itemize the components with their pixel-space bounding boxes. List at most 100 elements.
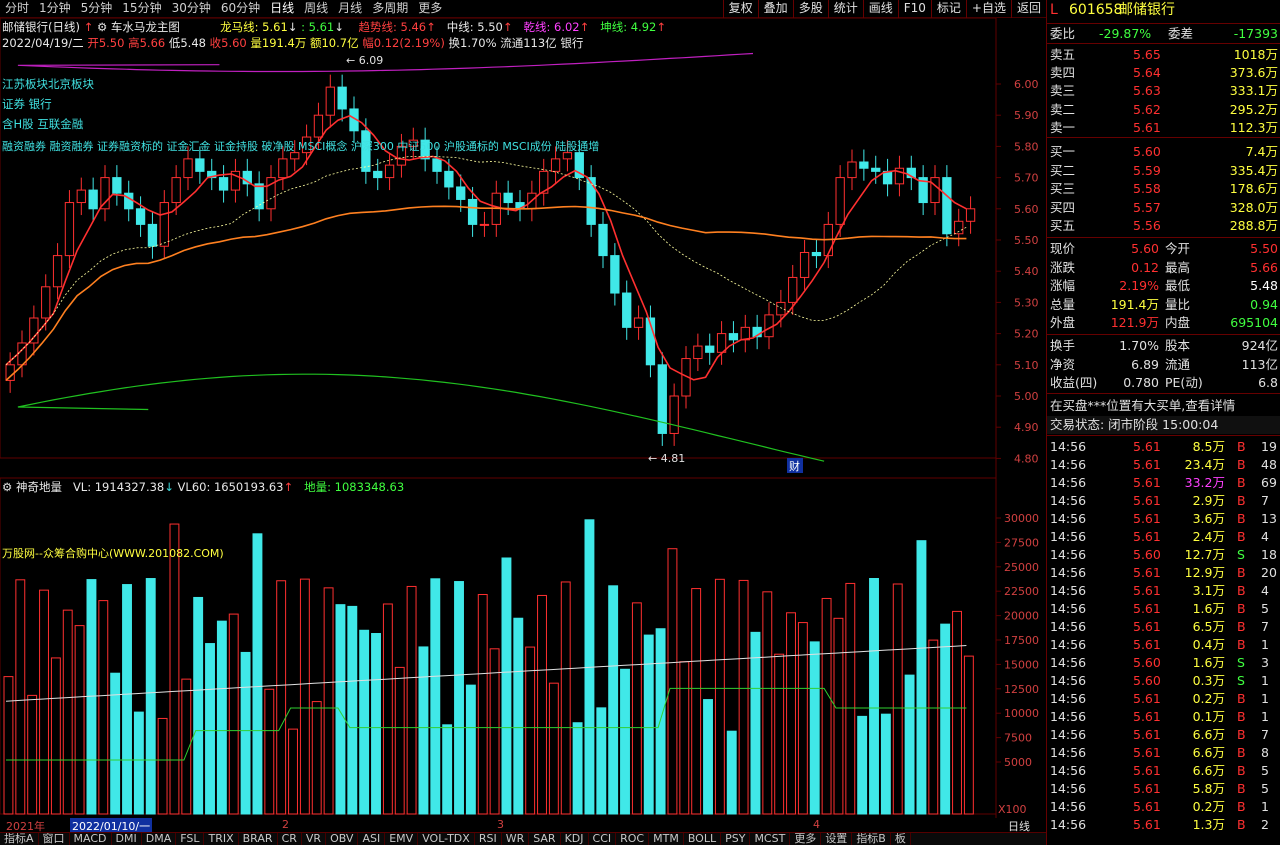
- volume-bar: [323, 587, 334, 815]
- tick-side: B: [1237, 619, 1246, 634]
- toolbar-button[interactable]: 统计: [827, 0, 863, 18]
- period-tab[interactable]: 分时: [0, 0, 34, 17]
- date-axis: 2021年 2022/01/10/一 2 3 4 日线: [0, 818, 1046, 834]
- bid-row[interactable]: 买五 5.56 288.8万: [1047, 217, 1280, 235]
- indicator-tab[interactable]: 更多: [790, 833, 822, 845]
- tick-side: B: [1237, 583, 1246, 598]
- indicator-tab[interactable]: WR: [502, 833, 530, 845]
- toolbar-button[interactable]: 返回: [1010, 0, 1046, 18]
- period-tab[interactable]: 60分钟: [216, 0, 265, 17]
- bid-label: 买三: [1050, 181, 1076, 197]
- price-tick-label: 5.00: [1014, 390, 1039, 403]
- notice-text[interactable]: 在买盘***位置有大买单,查看详情: [1050, 397, 1235, 415]
- bid-row[interactable]: 买三 5.58 178.6万: [1047, 180, 1280, 198]
- toolbar-button[interactable]: 叠加: [757, 0, 793, 18]
- period-tab[interactable]: 5分钟: [76, 0, 118, 17]
- tick-row: 14:56 5.61 6.6万 B 5: [1047, 762, 1280, 780]
- toolbar-button[interactable]: 画线: [862, 0, 898, 18]
- indicator-tab[interactable]: BRAR: [239, 833, 278, 845]
- indicator-tab[interactable]: MACD: [70, 833, 112, 845]
- bid-row[interactable]: 买一 5.60 7.4万: [1047, 143, 1280, 161]
- indicator-tab[interactable]: TRIX: [204, 833, 239, 845]
- big-order-notice[interactable]: 在买盘***位置有大买单,查看详情: [1047, 397, 1280, 415]
- tick-side: B: [1237, 799, 1246, 814]
- qian-line: [17, 52, 754, 73]
- period-tab[interactable]: 30分钟: [167, 0, 216, 17]
- indicator-tab[interactable]: OBV: [326, 833, 359, 845]
- settings-gear-icon[interactable]: ⚙: [2, 480, 12, 494]
- candle-body: [965, 208, 976, 222]
- indicator-tab[interactable]: KDJ: [561, 833, 589, 845]
- period-tab[interactable]: 月线: [333, 0, 367, 17]
- indicator-tab[interactable]: 板: [891, 833, 911, 845]
- period-tab[interactable]: 日线: [265, 0, 299, 17]
- price-tick-label: 5.70: [1014, 172, 1039, 185]
- ask-row[interactable]: 卖三 5.63 333.1万: [1047, 82, 1280, 100]
- indicator-tab[interactable]: 窗口: [39, 833, 70, 845]
- ask-row[interactable]: 卖一 5.61 112.3万: [1047, 119, 1280, 137]
- weicha-label: 委差: [1168, 26, 1194, 41]
- stat-value: 0.12: [1131, 259, 1159, 275]
- settings-gear-icon[interactable]: ⚙: [97, 20, 107, 34]
- bid-row[interactable]: 买四 5.57 328.0万: [1047, 199, 1280, 217]
- indicator-tab[interactable]: 指标B: [852, 833, 891, 845]
- tick-price: 5.61: [1133, 763, 1161, 778]
- bid-row[interactable]: 买二 5.59 335.4万: [1047, 162, 1280, 180]
- indicator-tab[interactable]: BOLL: [684, 833, 722, 845]
- period-tab[interactable]: 15分钟: [117, 0, 166, 17]
- indicator-tab[interactable]: RSI: [475, 833, 502, 845]
- indicator-tab[interactable]: CCI: [589, 833, 617, 845]
- indicator-tab[interactable]: FSL: [176, 833, 205, 845]
- period-tab[interactable]: 1分钟: [34, 0, 76, 17]
- indicator-tab[interactable]: EMV: [385, 833, 419, 845]
- finance-marker-label[interactable]: 财: [789, 459, 800, 473]
- toolbar-button[interactable]: 复权: [722, 0, 758, 18]
- toolbar-button[interactable]: F10: [897, 0, 931, 18]
- tick-price: 5.60: [1133, 655, 1161, 670]
- indicator-tab[interactable]: SAR: [529, 833, 561, 845]
- stat-value: 5.66: [1250, 259, 1278, 275]
- indicator-tab[interactable]: ASI: [358, 833, 386, 845]
- tick-row: 14:56 5.61 23.4万 B 48: [1047, 456, 1280, 474]
- tick-price: 5.61: [1133, 493, 1161, 508]
- indicator-tab[interactable]: 指标A: [0, 833, 39, 845]
- main-indicator-name[interactable]: 车水马龙主图: [111, 20, 180, 34]
- stat-value: 6.8: [1258, 375, 1278, 391]
- toolbar-button[interactable]: +自选: [965, 0, 1011, 18]
- stat-label: 涨跌: [1050, 259, 1076, 275]
- period-tab[interactable]: 多周期: [367, 0, 413, 17]
- toolbar-button[interactable]: 标记: [930, 0, 966, 18]
- candle-body: [811, 251, 822, 257]
- indicator-tab[interactable]: 设置: [821, 833, 853, 845]
- indicator-tab[interactable]: VR: [302, 833, 327, 845]
- period-tab[interactable]: 周线: [299, 0, 333, 17]
- kline-chart[interactable]: 6.00 5.90 5.80 5.70 5.60 5.50 5.40 5.30 5.20 5.10…: [0, 18, 1046, 828]
- ask-price: 5.64: [1133, 65, 1161, 81]
- indicator-tab[interactable]: CR: [278, 833, 302, 845]
- ask-row[interactable]: 卖二 5.62 295.2万: [1047, 101, 1280, 119]
- stat-row: 现价 5.60 今开 5.50: [1047, 240, 1280, 258]
- tick-time: 14:56: [1050, 511, 1087, 526]
- volume-bar: [288, 728, 298, 815]
- volume-bar: [311, 701, 322, 815]
- tick-row: 14:56 5.61 6.6万 B 7: [1047, 726, 1280, 744]
- ask-row[interactable]: 卖四 5.64 373.6万: [1047, 64, 1280, 82]
- ask-row[interactable]: 卖五 5.65 1018万: [1047, 46, 1280, 64]
- indicator-tab[interactable]: DMA: [142, 833, 177, 845]
- indicator-tab[interactable]: ROC: [616, 833, 650, 845]
- indicator-tab[interactable]: DMI: [112, 833, 142, 845]
- toolbar-button[interactable]: 多股: [792, 0, 828, 18]
- indicator-tab[interactable]: PSY: [721, 833, 751, 845]
- indicator-tab[interactable]: MCST: [750, 833, 791, 845]
- period-tab[interactable]: 更多: [413, 0, 447, 17]
- volume-bar: [916, 540, 927, 815]
- volume-bar: [15, 579, 26, 815]
- volume-bar: [27, 694, 38, 815]
- ask-label: 卖二: [1050, 101, 1076, 117]
- indicator-tab[interactable]: VOL-TDX: [418, 833, 475, 845]
- indicator-tab[interactable]: MTM: [649, 833, 684, 845]
- volume-value: 量191.4万: [250, 36, 307, 50]
- volume-header: ⚙ 神奇地量 VL: 1914327.38↓ VL60: 1650193.63↑…: [2, 479, 404, 495]
- stat-label: 最高: [1165, 259, 1191, 275]
- volume-indicator-name[interactable]: 神奇地量: [16, 480, 62, 494]
